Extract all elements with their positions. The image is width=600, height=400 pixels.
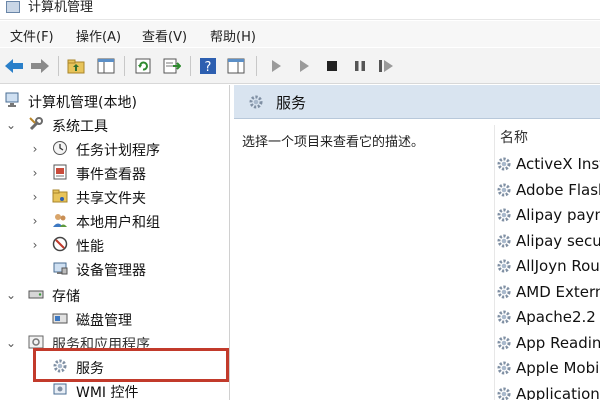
tree-item-performance[interactable]: › 性能 — [0, 233, 229, 257]
service-name: Application — [516, 384, 600, 400]
svg-text:?: ? — [205, 60, 212, 75]
help-icon[interactable]: ? — [198, 56, 218, 76]
gear-icon — [496, 207, 512, 223]
menu-view[interactable]: 查看(V) — [142, 26, 187, 45]
restart-service-icon[interactable] — [376, 56, 396, 76]
column-divider — [494, 125, 495, 400]
tree-item-event-viewer[interactable]: › 事件查看器 — [0, 161, 229, 185]
chevron-down-icon[interactable]: ⌄ — [6, 118, 16, 132]
service-name: AllJoyn Rou — [516, 257, 600, 275]
users-icon — [52, 212, 68, 228]
service-name: Alipay paym — [516, 206, 600, 224]
chevron-right-icon[interactable]: › — [30, 142, 40, 156]
service-row[interactable]: Apple Mobi — [496, 357, 600, 379]
storage-icon — [28, 286, 44, 302]
tree-item-wmi-control[interactable]: WMI 控件 — [0, 379, 229, 400]
gear-icon — [496, 156, 512, 172]
menu-help[interactable]: 帮助(H) — [210, 26, 256, 45]
show-hide-tree-icon[interactable] — [96, 56, 116, 76]
export-list-icon[interactable] — [162, 56, 182, 76]
window-title: 计算机管理 — [28, 0, 94, 15]
chevron-down-icon[interactable]: ⌄ — [6, 336, 16, 350]
title-bar: 计算机管理 — [0, 0, 600, 20]
service-row[interactable]: App Reading — [496, 332, 600, 354]
service-row[interactable]: Adobe Flash — [496, 179, 600, 201]
service-row[interactable]: Apache2.2 — [496, 306, 600, 328]
tree-item-computer-management[interactable]: 计算机管理(本地) — [0, 89, 229, 113]
gear-icon — [496, 386, 512, 400]
menu-action[interactable]: 操作(A) — [76, 26, 121, 45]
chevron-right-icon[interactable]: › — [30, 190, 40, 204]
tree-item-shared-folders[interactable]: › 共享文件夹 — [0, 185, 229, 209]
service-name: ActiveX Inst — [516, 155, 600, 173]
computer-icon — [4, 92, 20, 108]
description-text: 选择一个项目来查看它的描述。 — [242, 135, 425, 150]
service-name: Apache2.2 — [516, 308, 596, 326]
performance-gauge-icon — [52, 236, 68, 252]
service-row[interactable]: AMD Extern — [496, 281, 600, 303]
chevron-right-icon[interactable]: › — [30, 238, 40, 252]
menu-file[interactable]: 文件(F) — [10, 26, 54, 45]
service-name: AMD Extern — [516, 282, 600, 301]
properties-pane-icon[interactable] — [226, 56, 246, 76]
services-panel-header: 服务 — [234, 85, 600, 119]
event-log-icon — [52, 164, 68, 180]
chevron-right-icon[interactable]: › — [30, 214, 40, 228]
forward-arrow-icon[interactable] — [30, 56, 50, 76]
tree-item-storage[interactable]: ⌄ 存储 — [0, 283, 229, 307]
chevron-right-icon[interactable]: › — [30, 166, 40, 180]
service-name: Adobe Flash — [516, 180, 600, 199]
gear-icon — [496, 258, 512, 274]
clock-icon — [52, 140, 68, 156]
service-name: Apple Mobi — [516, 359, 600, 377]
tree-item-task-scheduler[interactable]: › 任务计划程序 — [0, 137, 229, 161]
service-name: Alipay secur — [516, 231, 600, 250]
refresh-icon[interactable] — [134, 56, 154, 76]
pause-service-icon[interactable] — [350, 56, 370, 76]
tree-item-disk-management[interactable]: 磁盘管理 — [0, 307, 229, 331]
start-service-icon[interactable] — [266, 56, 286, 76]
gear-icon — [496, 335, 512, 351]
gear-icon — [496, 309, 512, 325]
service-row[interactable]: Application — [496, 383, 600, 400]
service-row[interactable]: AllJoyn Rou — [496, 255, 600, 277]
menu-bar: 文件(F) 操作(A) 查看(V) 帮助(H) — [0, 21, 600, 47]
gear-icon — [496, 284, 512, 300]
gear-icon — [496, 182, 512, 198]
details-pane: 服务 选择一个项目来查看它的描述。 名称 ActiveX Inst Adobe F… — [234, 85, 600, 400]
service-row[interactable]: ActiveX Inst — [496, 153, 600, 175]
shared-folder-icon — [52, 188, 68, 204]
gear-icon — [248, 94, 264, 110]
back-arrow-icon[interactable] — [4, 56, 24, 76]
column-header-name[interactable]: 名称 — [500, 127, 528, 147]
toolbar: ? — [0, 48, 600, 84]
tools-icon — [28, 116, 44, 132]
wmi-control-icon — [52, 382, 68, 398]
computer-management-icon — [6, 1, 20, 13]
start-service-alt-icon[interactable] — [294, 56, 314, 76]
gear-icon — [496, 233, 512, 249]
stop-service-icon[interactable] — [322, 56, 342, 76]
up-folder-icon[interactable] — [66, 56, 86, 76]
tree-item-device-manager[interactable]: 设备管理器 — [0, 257, 229, 281]
disk-icon — [52, 310, 68, 326]
service-row[interactable]: Alipay paym — [496, 204, 600, 226]
device-manager-icon — [52, 260, 68, 276]
selected-services-highlight — [33, 348, 229, 382]
gear-icon — [496, 360, 512, 376]
service-row[interactable]: Alipay secur — [496, 230, 600, 252]
tree-item-system-tools[interactable]: ⌄ 系统工具 — [0, 113, 229, 137]
tree-item-local-users[interactable]: › 本地用户和组 — [0, 209, 229, 233]
chevron-down-icon[interactable]: ⌄ — [6, 288, 16, 302]
services-panel-title: 服务 — [276, 94, 307, 112]
service-name: App Reading — [516, 333, 600, 352]
